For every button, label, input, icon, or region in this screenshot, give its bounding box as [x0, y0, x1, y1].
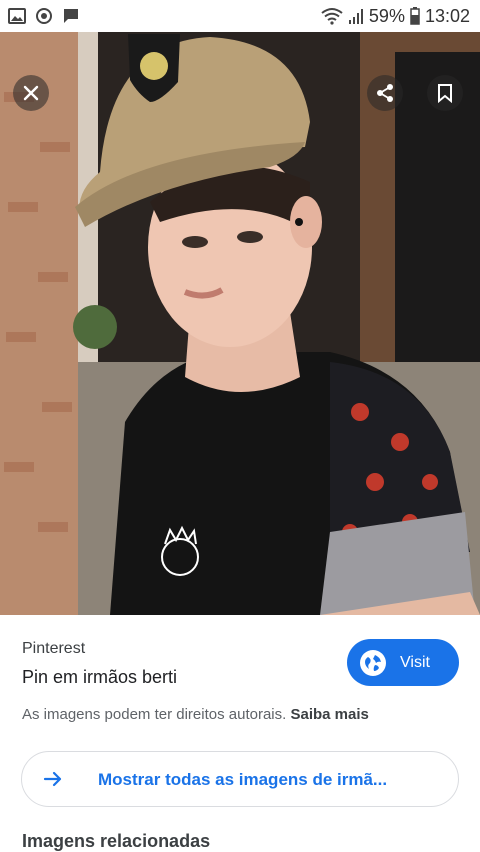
signal-icon: [348, 7, 364, 25]
learn-more-link[interactable]: Saiba mais: [290, 706, 368, 723]
photo-illustration: [0, 32, 480, 615]
share-icon: [377, 84, 393, 102]
sync-icon: [35, 7, 53, 25]
copyright-notice: As imagens podem ter direitos autorais. …: [22, 706, 369, 723]
status-bar: 59% 13:02: [0, 0, 480, 32]
share-button[interactable]: [367, 75, 403, 111]
visit-label: Visit: [400, 653, 430, 671]
status-icons-left: [8, 7, 80, 25]
battery-percent: 59%: [368, 5, 405, 26]
bookmark-button[interactable]: [427, 75, 463, 111]
battery-icon: [410, 7, 420, 25]
copyright-text: As imagens podem ter direitos autorais.: [22, 706, 287, 723]
show-all-label: Mostrar todas as imagens de irmã...: [98, 770, 388, 789]
related-images-heading: Imagens relacionadas: [22, 831, 211, 851]
arrow-right-icon: [42, 768, 64, 795]
close-icon: [23, 85, 39, 101]
close-button[interactable]: [13, 75, 49, 111]
status-icons-right: 59% 13:02: [321, 6, 470, 27]
visit-button[interactable]: Visit: [347, 639, 459, 686]
source-name: Pinterest: [22, 640, 86, 657]
bookmark-icon: [438, 84, 452, 103]
wifi-icon: [321, 7, 343, 25]
image-icon: [8, 7, 26, 25]
globe-icon: [360, 649, 386, 676]
show-all-images-button[interactable]: Mostrar todas as imagens de irmã...: [21, 751, 459, 807]
clock: 13:02: [424, 5, 470, 26]
result-title[interactable]: Pin em irmãos berti: [22, 667, 177, 688]
message-icon: [62, 7, 80, 25]
preview-image[interactable]: [0, 32, 480, 615]
